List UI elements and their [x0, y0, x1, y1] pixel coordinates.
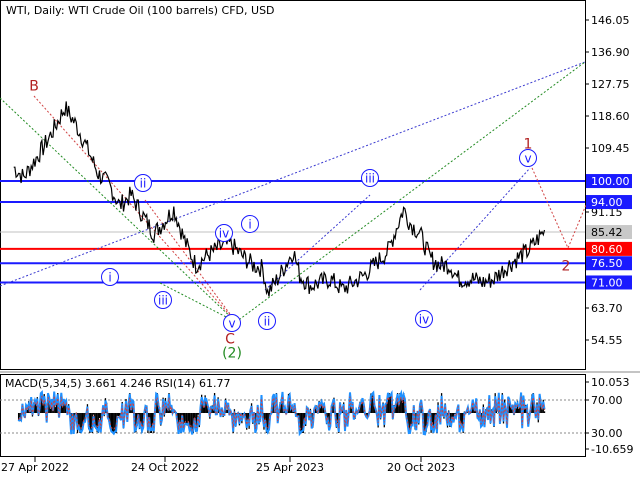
- wave-guide-red-1: [33, 95, 237, 323]
- indicator-tick-label: -10.659: [591, 443, 633, 456]
- level-tag-label: 80.60: [591, 243, 623, 256]
- wave-label: B: [29, 79, 39, 95]
- forecast-path: [531, 167, 587, 250]
- wave-guide-green-1: [0, 97, 237, 323]
- wave-label: iii: [158, 294, 168, 308]
- indicator-tick-label: 30.00: [591, 427, 623, 440]
- main-plot-frame: [0, 0, 586, 370]
- wave-label: iv: [419, 313, 429, 327]
- price-tick-label: 127.75: [591, 78, 630, 91]
- wave-label: v: [524, 152, 531, 166]
- price-line: [13, 101, 546, 297]
- horizontal-levels: [0, 180, 585, 284]
- wave-label: i: [108, 271, 111, 285]
- wave-label: v: [228, 317, 235, 331]
- level-tag-label: 94.00: [591, 196, 623, 209]
- chart-root: WTI, Daily: WTI Crude Oil (100 barrels) …: [0, 0, 640, 480]
- price-tick-label: 63.70: [591, 302, 623, 315]
- price-tick-label: 136.90: [591, 46, 630, 59]
- price-series: [13, 101, 546, 297]
- time-tick-label: 20 Oct 2023: [387, 461, 455, 474]
- level-tag-label: 100.00: [591, 175, 630, 188]
- wave-label: 2: [562, 259, 571, 275]
- price-chart-svg: WTI, Daily: WTI Crude Oil (100 barrels) …: [0, 0, 640, 474]
- wave-label: (2): [222, 346, 242, 362]
- indicator-tick-label: 10.053: [591, 376, 630, 389]
- time-tick-label: 25 Apr 2023: [256, 461, 324, 474]
- wave-label: ii: [140, 177, 147, 191]
- wave-label: iii: [365, 172, 375, 186]
- wave-label: iv: [219, 227, 229, 241]
- projection-blue: [419, 167, 531, 291]
- price-tick-label: 54.55: [591, 334, 623, 347]
- wave-labels: BiiiiiiivivC(2)iiiiiiv1v2: [29, 79, 570, 362]
- current-price-label: 85.42: [591, 226, 623, 239]
- price-tick-label: 118.60: [591, 110, 630, 123]
- level-tag-label: 76.50: [591, 257, 623, 270]
- price-tick-label: 109.45: [591, 142, 630, 155]
- channel-line-upper: [0, 61, 586, 287]
- time-tick-label: 24 Oct 2022: [131, 461, 199, 474]
- indicator-tick-label: 70.00: [591, 394, 623, 407]
- time-axis: 27 Apr 2022 24 Oct 2022 25 Apr 2023 20 Oct …: [1, 457, 455, 474]
- forecast-line: [531, 167, 587, 250]
- indicator-title: MACD(5,34,5) 3.661 4.246 RSI(14) 61.77: [5, 377, 230, 390]
- wave-label: i: [248, 218, 251, 232]
- wave-label: ii: [264, 315, 271, 329]
- level-tag-label: 71.00: [591, 276, 623, 289]
- time-tick-label: 27 Apr 2022: [1, 461, 69, 474]
- price-axis: 146.05136.90127.75118.60109.4591.1563.70…: [585, 14, 632, 347]
- price-tick-label: 146.05: [591, 14, 630, 27]
- chart-title: WTI, Daily: WTI Crude Oil (100 barrels) …: [6, 4, 275, 17]
